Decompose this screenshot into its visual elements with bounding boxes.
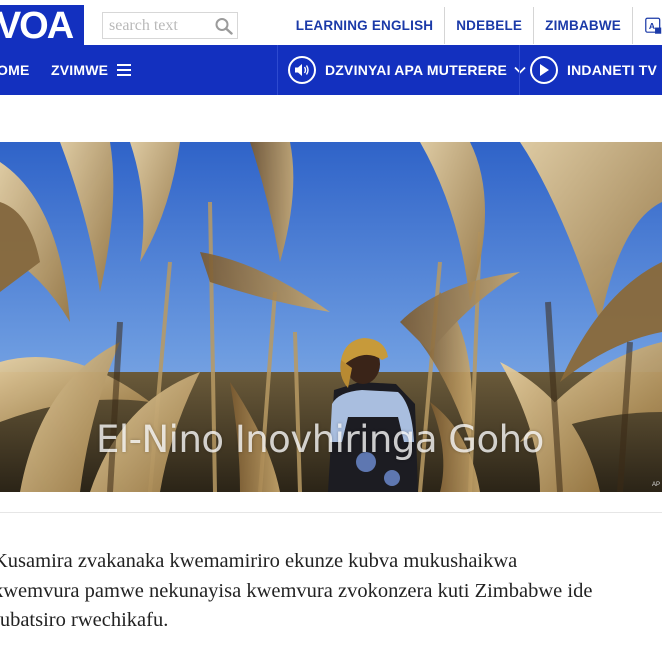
hero-caption[interactable]: El-Nino Inovhiringa Goho bbox=[96, 418, 544, 461]
nav-divider bbox=[277, 45, 278, 95]
nav-radio[interactable]: DZVINYAI APA MUTERERE bbox=[288, 45, 526, 95]
speaker-icon bbox=[288, 56, 316, 84]
nav-more[interactable]: ZVIMWE bbox=[51, 45, 132, 95]
top-links: LEARNING ENGLISH NDEBELE ZIMBABWE A bbox=[285, 7, 662, 44]
article-line: Kusamira zvakanaka kwemamiriro ekunze ku… bbox=[0, 550, 518, 572]
nav-more-label: ZVIMWE bbox=[51, 62, 109, 78]
nav-tv[interactable]: INDANETI TV bbox=[530, 45, 662, 95]
nav-divider bbox=[519, 45, 520, 95]
article-intro: Kusamira zvakanaka kwemamiriro ekunze ku… bbox=[0, 547, 662, 636]
nav-radio-label: DZVINYAI APA MUTERERE bbox=[325, 62, 508, 78]
search-icon[interactable] bbox=[214, 17, 234, 35]
divider bbox=[0, 512, 662, 513]
chevron-down-icon bbox=[514, 66, 526, 74]
svg-text:A: A bbox=[649, 21, 655, 31]
bottom-fade bbox=[0, 632, 662, 662]
photo-credit: AP bbox=[652, 482, 661, 488]
play-icon bbox=[530, 56, 558, 84]
top-bar: VOA LEARNING ENGLISH NDEBELE ZIMBABWE A bbox=[0, 0, 662, 45]
nav-tv-label: INDANETI TV bbox=[567, 62, 658, 78]
link-ndebele[interactable]: NDEBELE bbox=[444, 7, 533, 44]
link-zimbabwe[interactable]: ZIMBABWE bbox=[533, 7, 632, 44]
link-learning-english[interactable]: LEARNING ENGLISH bbox=[285, 7, 444, 44]
menu-icon bbox=[117, 64, 132, 76]
svg-text:VOA: VOA bbox=[0, 5, 74, 45]
main-nav: OME ZVIMWE DZVINYAI APA MUTERERE INDANET… bbox=[0, 45, 662, 95]
language-icon[interactable]: A bbox=[632, 7, 662, 44]
article-line: kwemvura pamwe nekunayisa kwemvura zvoko… bbox=[0, 579, 593, 602]
nav-home[interactable]: OME bbox=[0, 45, 30, 95]
search-input[interactable] bbox=[109, 15, 209, 37]
search-box bbox=[102, 12, 238, 39]
voa-logo[interactable]: VOA bbox=[0, 5, 84, 45]
